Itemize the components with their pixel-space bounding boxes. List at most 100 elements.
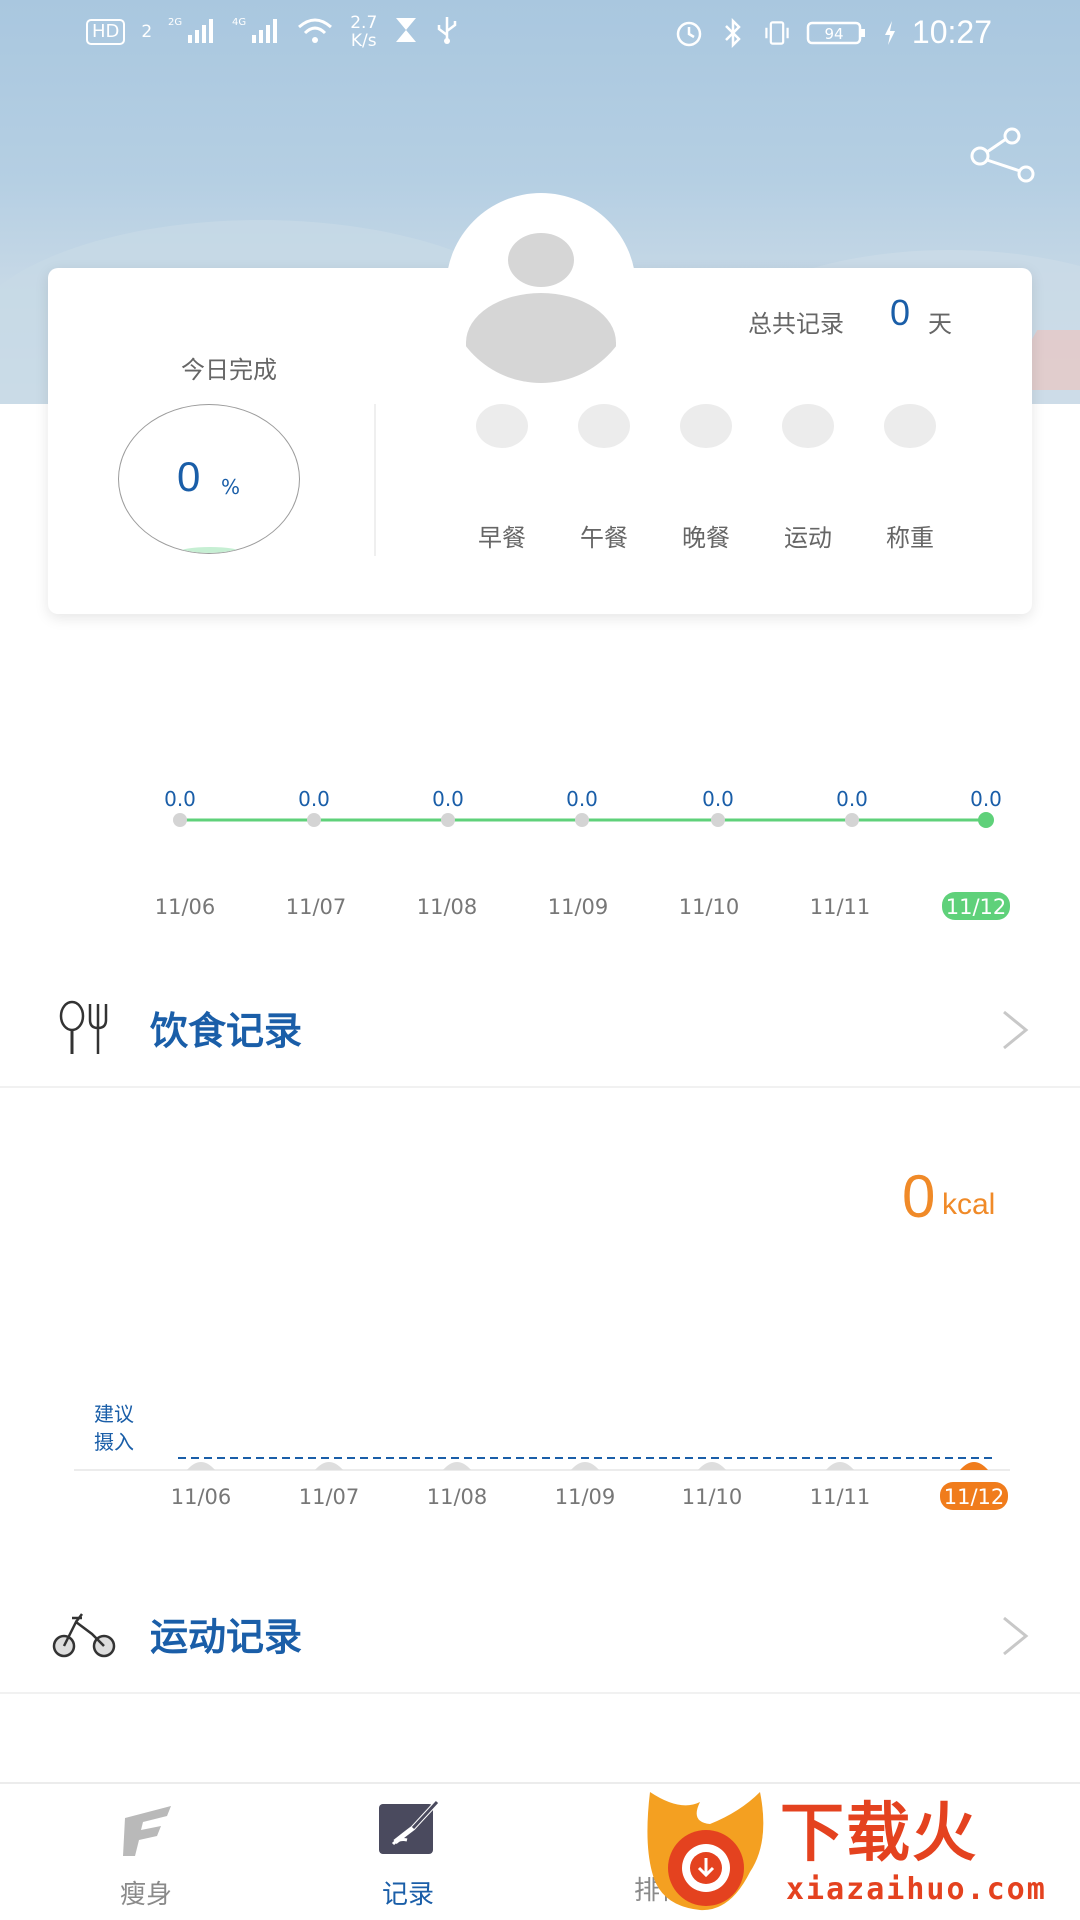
task-status-dot <box>782 404 834 448</box>
calorie-bar <box>826 1462 854 1470</box>
status-left: HD 2 2G 4G 2.7 K/s <box>86 14 459 50</box>
battery-icon: 94 <box>806 18 868 48</box>
status-right: 94 10:27 <box>674 14 992 51</box>
calorie-bar <box>571 1462 599 1470</box>
usb-icon <box>435 15 459 50</box>
total-record-value: 0 <box>890 292 911 333</box>
weight-date-tick: 11/06 <box>155 895 216 919</box>
today-complete-label: 今日完成 <box>181 356 277 384</box>
hd-badge: HD <box>86 19 126 45</box>
weight-value-label: 0.0 <box>432 787 464 811</box>
weight-point <box>575 813 589 827</box>
svg-text:94: 94 <box>824 25 843 43</box>
cutlery-icon <box>59 1000 108 1054</box>
nav-tab-record[interactable]: 记录 <box>338 1798 478 1911</box>
weight-date-tick: 11/12 <box>946 895 1007 919</box>
calorie-date-tick: 11/10 <box>682 1485 743 1509</box>
bluetooth-icon <box>718 17 748 48</box>
alarm-icon <box>674 18 704 48</box>
svg-text:2G: 2G <box>168 17 182 28</box>
daily-progress-ring: 0 % <box>118 404 300 554</box>
record-icon <box>379 1800 439 1854</box>
exercise-record-row[interactable]: 运动记录 <box>0 1574 1080 1694</box>
chevron-right-icon <box>1003 1010 1029 1050</box>
calorie-date-tick: 11/11 <box>810 1485 871 1509</box>
nav-label: 瘦身 <box>119 1880 172 1910</box>
wifi-icon <box>296 15 334 50</box>
kcal-unit: kcal <box>942 1188 996 1221</box>
weight-date-tick: 11/07 <box>286 895 347 919</box>
avatar-body-shape <box>466 293 616 383</box>
weight-date-tick: 11/10 <box>679 895 740 919</box>
weight-date-tick: 11/08 <box>417 895 478 919</box>
kcal-value: 0 <box>902 1163 936 1230</box>
suggested-intake-line1: 建议 <box>94 1402 134 1426</box>
chevron-right-icon <box>1003 1616 1029 1656</box>
weight-point <box>173 813 187 827</box>
share-icon <box>970 127 1035 183</box>
exercise-record-title: 运动记录 <box>150 1615 303 1659</box>
weight-value-label: 0.0 <box>164 787 196 811</box>
weight-value-label: 0.0 <box>970 787 1002 811</box>
task-dinner[interactable]: 晚餐 <box>666 404 746 553</box>
calorie-bar <box>187 1462 215 1470</box>
status-bar: HD 2 2G 4G 2.7 K/s 94 10:27 <box>0 0 1080 68</box>
bicycle-icon <box>52 1613 116 1658</box>
task-status-dot <box>476 404 528 448</box>
weight-value-label: 0.0 <box>566 787 598 811</box>
weight-date-tick: 11/09 <box>548 895 609 919</box>
task-label: 午餐 <box>580 524 628 552</box>
weight-date-tick: 11/11 <box>810 895 871 919</box>
weight-point <box>845 813 859 827</box>
task-weigh[interactable]: 称重 <box>870 404 950 553</box>
watermark-url: xiazaihuo.com <box>786 1872 1047 1907</box>
watermark: 下载火 xiazaihuo.com <box>640 1782 1080 1920</box>
task-exercise[interactable]: 运动 <box>768 404 848 553</box>
task-status-dot <box>578 404 630 448</box>
calorie-intake-chart[interactable]: 11/06 11/07 11/08 11/09 11/10 11/11 11/12 <box>0 1440 1080 1510</box>
task-status-dot <box>680 404 732 448</box>
calorie-bar <box>315 1462 343 1470</box>
avatar-head-shape <box>508 233 574 287</box>
diet-record-row[interactable]: 饮食记录 <box>0 968 1080 1088</box>
nav-tab-slim[interactable]: 瘦身 <box>76 1798 216 1911</box>
calorie-date-tick: 11/06 <box>171 1485 232 1509</box>
card-divider <box>374 404 376 556</box>
avatar[interactable] <box>446 193 636 383</box>
sim2-label: 2 <box>141 22 153 42</box>
nav-label: 记录 <box>381 1880 434 1910</box>
weight-point <box>978 812 994 828</box>
task-breakfast[interactable]: 早餐 <box>462 404 542 553</box>
charging-icon <box>882 18 898 48</box>
weight-point <box>711 813 725 827</box>
hourglass-icon <box>393 15 419 50</box>
calorie-bar <box>960 1462 988 1470</box>
weight-point <box>307 813 321 827</box>
total-record-unit: 天 <box>928 310 952 338</box>
calorie-bar <box>698 1462 726 1470</box>
progress-value: 0 <box>177 453 201 500</box>
watermark-brand: 下载火 <box>780 1797 978 1871</box>
share-button[interactable] <box>968 126 1038 186</box>
net-speed: 2.7 K/s <box>350 14 377 50</box>
progress-unit: % <box>221 475 241 499</box>
task-status-dot <box>884 404 936 448</box>
task-label: 称重 <box>886 524 934 552</box>
progress-fill <box>179 547 241 553</box>
signal-2g-icon: 2G <box>168 15 216 50</box>
task-label: 运动 <box>784 524 832 552</box>
net-speed-unit: K/s <box>350 31 377 51</box>
calorie-date-tick: 11/09 <box>555 1485 616 1509</box>
calorie-date-tick: 11/08 <box>427 1485 488 1509</box>
task-label: 晚餐 <box>682 524 730 552</box>
flame-logo <box>647 1792 764 1911</box>
svg-text:4G: 4G <box>232 17 246 28</box>
signal-4g-icon: 4G <box>232 15 280 50</box>
slim-icon <box>123 1806 171 1856</box>
weight-point <box>441 813 455 827</box>
task-lunch[interactable]: 午餐 <box>564 404 644 553</box>
net-speed-value: 2.7 <box>350 13 378 33</box>
vibrate-icon <box>762 18 792 48</box>
weight-trend-chart[interactable]: 0.0 11/06 0.0 11/07 0.0 11/08 0.0 11/09 0.0 11/10… <box>0 770 1080 930</box>
weight-value-label: 0.0 <box>836 787 868 811</box>
